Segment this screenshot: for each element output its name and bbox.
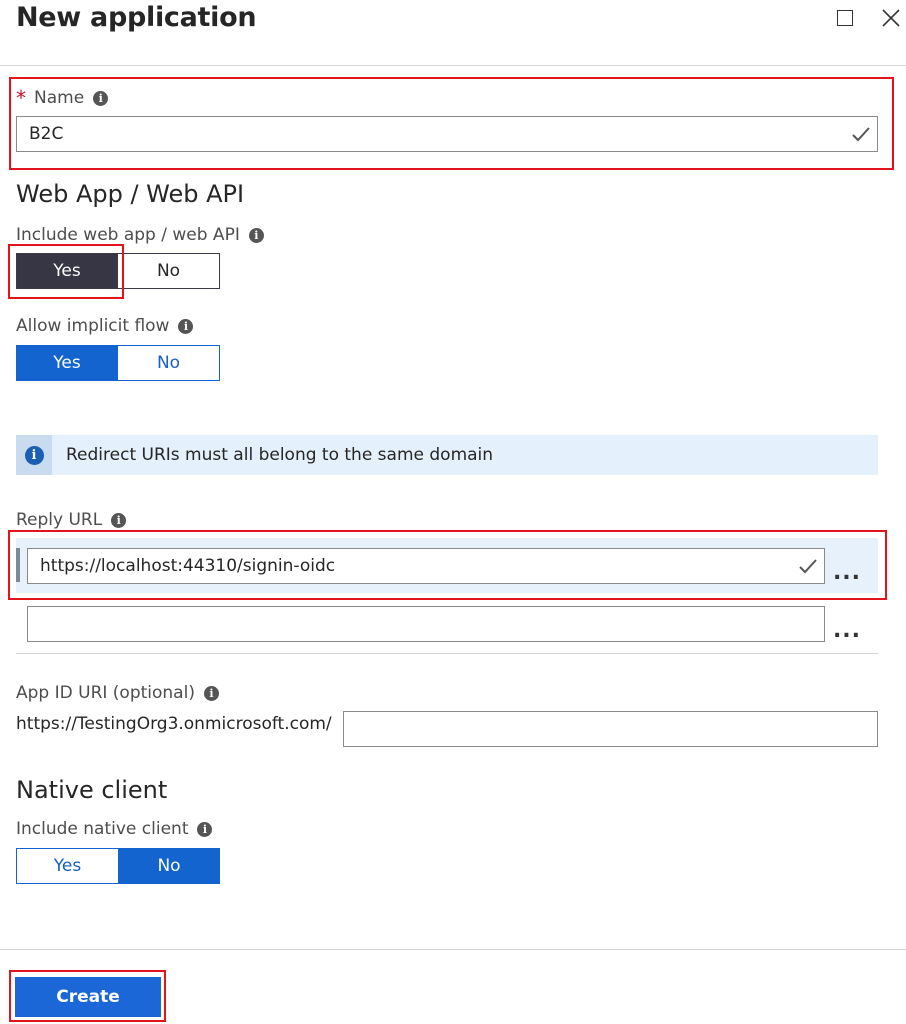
highlight-box-include-yes (8, 244, 124, 299)
info-icon[interactable]: i (93, 90, 109, 106)
name-input[interactable]: B2C (16, 116, 878, 152)
header-divider (0, 65, 906, 66)
implicit-flow-toggle: Yes No (16, 345, 220, 381)
info-icon[interactable]: i (203, 685, 219, 701)
page-title: New application (16, 2, 257, 33)
info-icon[interactable]: i (111, 512, 127, 528)
required-mark: * (16, 86, 26, 110)
close-icon[interactable] (879, 6, 905, 32)
checkmark-icon (852, 127, 870, 142)
include-native-client-label: Include native client i (16, 819, 213, 839)
info-icon[interactable]: i (178, 318, 194, 334)
include-native-client-label-text: Include native client (16, 819, 189, 839)
new-application-blade: New application * Name i B2C Web App / W… (0, 0, 906, 1024)
implicit-flow-label: Allow implicit flow i (16, 316, 194, 336)
highlight-box-reply-url (8, 530, 887, 600)
implicit-flow-yes[interactable]: Yes (16, 345, 118, 381)
name-label: * Name i (16, 86, 109, 110)
app-id-uri-input[interactable] (343, 711, 878, 747)
footer-divider (0, 949, 906, 950)
name-label-text: Name (34, 88, 85, 108)
reply-url-input-empty[interactable] (27, 606, 825, 642)
app-id-uri-label-text: App ID URI (optional) (16, 683, 195, 703)
app-id-uri-label: App ID URI (optional) i (16, 683, 219, 703)
more-options-icon[interactable]: ... (832, 620, 862, 644)
native-client-toggle: Yes No (16, 848, 220, 884)
include-web-app-label: Include web app / web API i (16, 225, 264, 245)
native-client-no[interactable]: No (118, 848, 220, 884)
highlight-box-create (9, 970, 166, 1022)
app-id-uri-prefix: https://TestingOrg3.onmicrosoft.com/ (16, 714, 332, 734)
include-web-app-label-text: Include web app / web API (16, 225, 240, 245)
implicit-flow-label-text: Allow implicit flow (16, 316, 170, 336)
info-icon[interactable]: i (197, 821, 213, 837)
implicit-flow-no[interactable]: No (118, 345, 220, 381)
include-web-app-no[interactable]: No (118, 253, 220, 289)
web-app-section-title: Web App / Web API (16, 180, 245, 208)
info-icon: i (24, 445, 44, 465)
reply-url-label: Reply URL i (16, 510, 127, 530)
name-input-value: B2C (29, 124, 64, 144)
reply-url-divider (16, 653, 878, 654)
reply-url-label-text: Reply URL (16, 510, 103, 530)
banner-icon-container: i (16, 435, 52, 475)
native-client-yes[interactable]: Yes (16, 848, 118, 884)
info-icon[interactable]: i (248, 227, 264, 243)
info-banner: i Redirect URIs must all belong to the s… (16, 435, 878, 475)
maximize-icon[interactable] (833, 6, 859, 32)
native-client-section-title: Native client (16, 776, 168, 804)
banner-text: Redirect URIs must all belong to the sam… (66, 445, 494, 465)
